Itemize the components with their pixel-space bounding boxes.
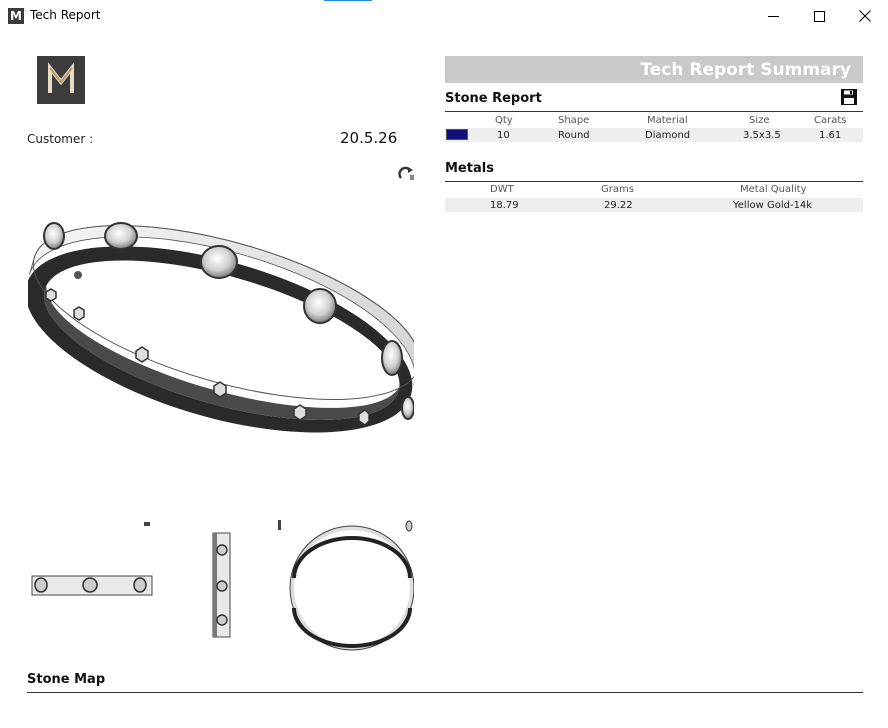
- stone-material: Diamond: [645, 130, 691, 141]
- minimize-button[interactable]: [750, 0, 796, 32]
- top-view-thumbnail[interactable]: [276, 518, 414, 658]
- stone-map-title: Stone Map: [27, 672, 106, 687]
- stone-col-shape: Shape: [558, 115, 590, 126]
- title-bar: M Tech Report: [0, 0, 888, 32]
- stone-size: 3.5x3.5: [743, 130, 781, 141]
- metals-rule: [445, 181, 863, 182]
- stone-qty: 10: [497, 130, 510, 141]
- stone-shape: Round: [558, 130, 590, 141]
- stone-col-size: Size: [749, 115, 770, 126]
- metal-dwt: 18.79: [490, 200, 519, 211]
- company-logo: [37, 56, 85, 104]
- app-icon: M: [8, 8, 24, 24]
- main-3d-view[interactable]: [28, 190, 414, 460]
- customer-label: Customer :: [27, 132, 94, 146]
- close-icon: [859, 10, 871, 22]
- stone-col-material: Material: [647, 115, 688, 126]
- report-date: 20.5.26: [340, 129, 398, 147]
- metal-col-dwt: DWT: [490, 184, 514, 195]
- stone-map-rule: [27, 692, 863, 693]
- logo-m-icon: [48, 62, 74, 93]
- stone-report-title: Stone Report: [445, 91, 542, 106]
- side-view-thumbnail[interactable]: [188, 520, 254, 646]
- metal-col-quality: Metal Quality: [740, 184, 807, 195]
- stone-carats: 1.61: [819, 130, 842, 141]
- metal-col-grams: Grams: [601, 184, 634, 195]
- metals-title: Metals: [445, 161, 494, 176]
- window-title: Tech Report: [30, 8, 101, 22]
- summary-header-bar: Tech Report Summary: [445, 56, 863, 83]
- maximize-button[interactable]: [796, 0, 842, 32]
- save-icon: [841, 89, 857, 105]
- metal-quality: Yellow Gold-14k: [733, 200, 813, 211]
- stone-col-carats: Carats: [814, 115, 847, 126]
- maximize-icon: [813, 10, 825, 22]
- stone-col-qty: Qty: [495, 115, 513, 126]
- stone-report-rule: [445, 111, 863, 112]
- close-button[interactable]: [842, 0, 888, 32]
- rotate-view-icon[interactable]: [398, 166, 414, 182]
- metal-grams: 29.22: [604, 200, 633, 211]
- save-button[interactable]: [840, 88, 858, 106]
- taskbar-accent: [324, 0, 372, 1]
- summary-title: Tech Report Summary: [640, 60, 851, 80]
- front-view-thumbnail[interactable]: [28, 520, 156, 640]
- minimize-icon: [767, 15, 779, 17]
- stone-color-swatch: [446, 129, 468, 140]
